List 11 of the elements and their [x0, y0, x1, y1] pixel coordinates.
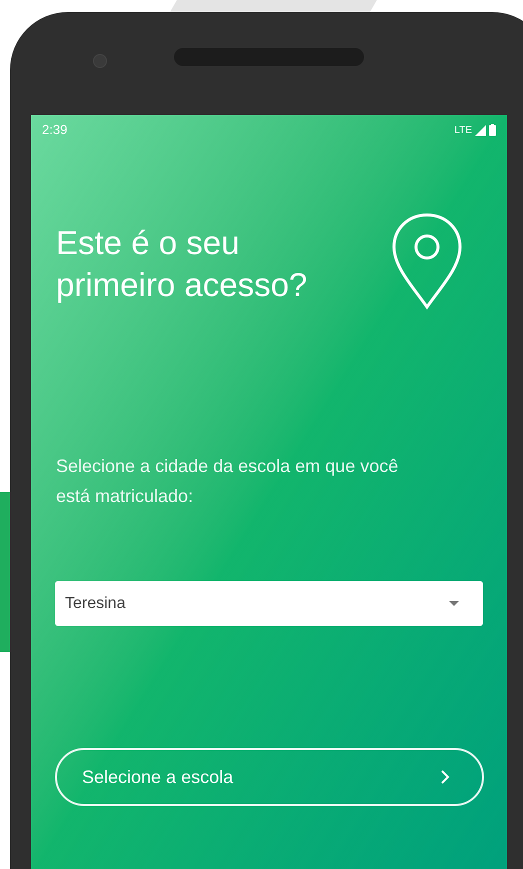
dropdown-caret-icon [449, 601, 459, 606]
signal-icon [475, 124, 486, 136]
location-pin-icon [391, 212, 463, 310]
battery-icon [489, 124, 496, 136]
instruction-text: Selecione a cidade da escola em que você está matriculado: [55, 455, 400, 508]
chevron-right-icon [441, 770, 450, 784]
select-value: Teresina [65, 594, 126, 614]
network-label: LTE [454, 124, 472, 138]
city-select[interactable]: Teresina [55, 581, 483, 626]
page-title: Este é o seu primeiro acesso? [56, 223, 308, 305]
status-time: 2:39 [42, 121, 68, 140]
